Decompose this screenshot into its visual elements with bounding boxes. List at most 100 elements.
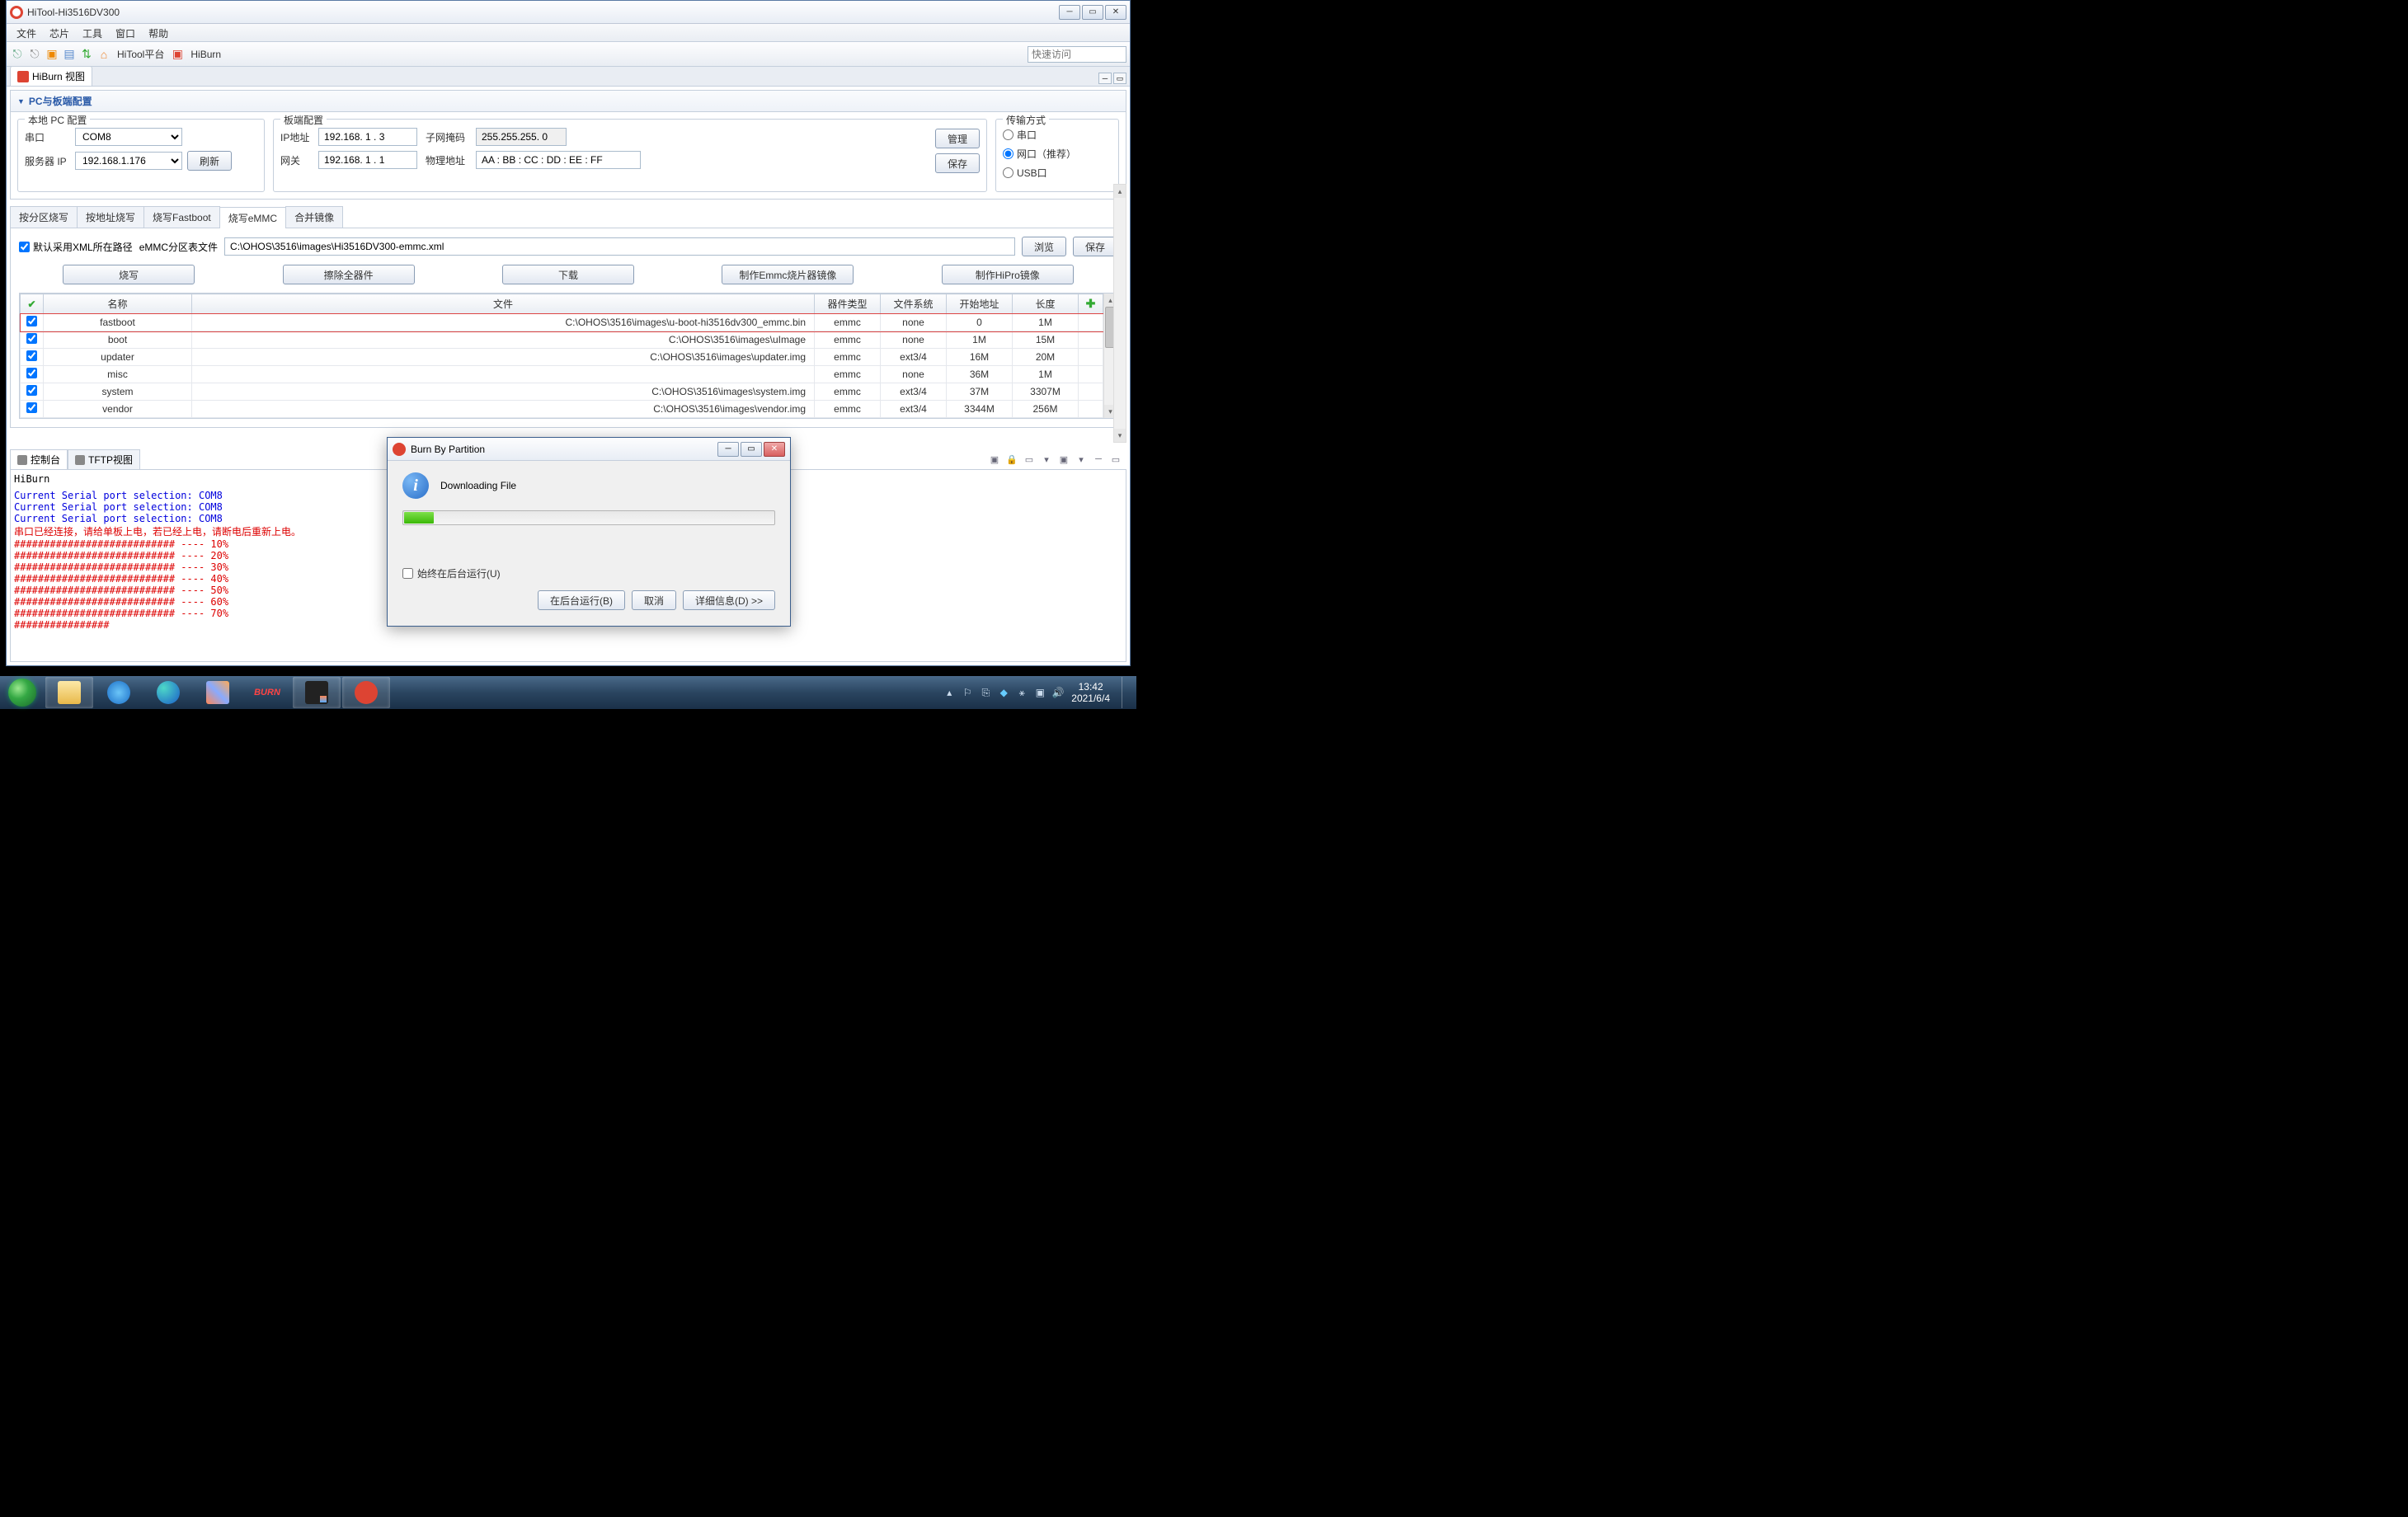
- menu-help[interactable]: 帮助: [142, 24, 175, 41]
- task-explorer[interactable]: [45, 677, 93, 708]
- xml-path-input[interactable]: [224, 237, 1015, 256]
- console-tool-8[interactable]: ▭: [1108, 453, 1123, 466]
- content-scroll-down-icon[interactable]: ▾: [1114, 429, 1126, 442]
- th-file[interactable]: 文件: [192, 294, 815, 314]
- tab-fastboot[interactable]: 烧写Fastboot: [143, 206, 220, 228]
- task-edge[interactable]: [144, 677, 192, 708]
- details-button[interactable]: 详细信息(D) >>: [683, 590, 775, 610]
- manage-button[interactable]: 管理: [935, 129, 980, 148]
- console-tool-2[interactable]: 🔒: [1004, 453, 1019, 466]
- row-action[interactable]: [1079, 401, 1103, 418]
- close-button[interactable]: ✕: [1105, 5, 1126, 20]
- save-board-button[interactable]: 保存: [935, 153, 980, 173]
- table-row[interactable]: misc emmc none 36M 1M: [21, 366, 1103, 383]
- always-bg-checkbox[interactable]: 始终在后台运行(U): [402, 566, 775, 580]
- table-row[interactable]: fastboot C:\OHOS\3516\images\u-boot-hi35…: [21, 314, 1103, 331]
- show-desktop-button[interactable]: [1122, 677, 1130, 708]
- console-tab[interactable]: 控制台: [10, 449, 68, 469]
- menu-file[interactable]: 文件: [10, 24, 43, 41]
- start-button[interactable]: [0, 676, 45, 709]
- quick-access-input[interactable]: [1028, 46, 1126, 63]
- cancel-button[interactable]: 取消: [632, 590, 676, 610]
- tab-merge[interactable]: 合并镜像: [285, 206, 343, 228]
- transfer-usb-radio[interactable]: USB口: [1003, 166, 1112, 180]
- table-row[interactable]: system C:\OHOS\3516\images\system.img em…: [21, 383, 1103, 401]
- dialog-titlebar[interactable]: Burn By Partition ─ ▭ ✕: [388, 438, 790, 461]
- content-scroll-up-icon[interactable]: ▴: [1114, 185, 1126, 198]
- console-tool-4[interactable]: ▾: [1039, 453, 1054, 466]
- tray-app-icon[interactable]: ▣: [1033, 686, 1046, 699]
- console-tool-5[interactable]: ▣: [1056, 453, 1071, 466]
- console-tool-3[interactable]: ▭: [1022, 453, 1037, 466]
- minimize-button[interactable]: ─: [1059, 5, 1080, 20]
- row-checkbox[interactable]: [26, 350, 37, 361]
- dialog-maximize-button[interactable]: ▭: [741, 442, 762, 457]
- th-add[interactable]: ✚: [1079, 294, 1103, 314]
- menu-window[interactable]: 窗口: [109, 24, 142, 41]
- pc-board-config-header[interactable]: PC与板端配置: [10, 90, 1126, 112]
- tab-emmc[interactable]: 烧写eMMC: [219, 207, 286, 228]
- erase-button[interactable]: 擦除全器件: [283, 265, 415, 284]
- tray-flag-icon[interactable]: ⚐: [961, 686, 974, 699]
- task-app1[interactable]: [194, 677, 242, 708]
- maximize-button[interactable]: ▭: [1082, 5, 1103, 20]
- tray-shield-icon[interactable]: ◆: [997, 686, 1010, 699]
- th-check[interactable]: ✔: [21, 294, 44, 314]
- menu-tools[interactable]: 工具: [76, 24, 109, 41]
- ip-input[interactable]: [318, 128, 417, 146]
- th-start[interactable]: 开始地址: [947, 294, 1013, 314]
- row-action[interactable]: [1079, 349, 1103, 366]
- row-checkbox[interactable]: [26, 385, 37, 396]
- content-scrollbar[interactable]: ▴ ▾: [1113, 184, 1126, 443]
- th-device[interactable]: 器件类型: [815, 294, 881, 314]
- transfer-serial-radio[interactable]: 串口: [1003, 128, 1112, 142]
- save-xml-button[interactable]: 保存: [1073, 237, 1117, 256]
- task-hitool[interactable]: [342, 677, 390, 708]
- th-fs[interactable]: 文件系统: [881, 294, 947, 314]
- gateway-input[interactable]: [318, 151, 417, 169]
- serial-select[interactable]: COM8: [75, 128, 182, 146]
- download-button[interactable]: 下载: [502, 265, 634, 284]
- row-checkbox[interactable]: [26, 333, 37, 344]
- make-emmc-button[interactable]: 制作Emmc烧片器镜像: [722, 265, 854, 284]
- th-name[interactable]: 名称: [44, 294, 192, 314]
- tray-action-icon[interactable]: ⎘: [979, 686, 992, 699]
- console-tool-1[interactable]: ▣: [987, 453, 1002, 466]
- task-ie[interactable]: [95, 677, 143, 708]
- tray-clock[interactable]: 13:42 2021/6/4: [1071, 681, 1110, 704]
- dialog-minimize-button[interactable]: ─: [717, 442, 739, 457]
- make-hipro-button[interactable]: 制作HiPro镜像: [942, 265, 1074, 284]
- transfer-net-radio[interactable]: 网口（推荐）: [1003, 147, 1112, 161]
- row-action[interactable]: [1079, 383, 1103, 401]
- row-checkbox[interactable]: [26, 316, 37, 326]
- tray-vol-icon[interactable]: 🔊: [1051, 686, 1065, 699]
- run-bg-button[interactable]: 在后台运行(B): [538, 590, 625, 610]
- th-length[interactable]: 长度: [1013, 294, 1079, 314]
- hitool-platform-link[interactable]: HiTool平台: [114, 47, 167, 61]
- row-checkbox[interactable]: [26, 368, 37, 378]
- tray-net-icon[interactable]: ⚹: [1015, 686, 1028, 699]
- menu-chip[interactable]: 芯片: [43, 24, 76, 41]
- titlebar[interactable]: HiTool-Hi3516DV300 ─ ▭ ✕: [7, 1, 1130, 24]
- subnet-input[interactable]: [476, 128, 567, 146]
- tool-icon-4[interactable]: ▤: [62, 47, 77, 62]
- tab-address[interactable]: 按地址烧写: [77, 206, 144, 228]
- table-row[interactable]: boot C:\OHOS\3516\images\uImage emmc non…: [21, 331, 1103, 349]
- refresh-button[interactable]: 刷新: [187, 151, 232, 171]
- hiburn-link[interactable]: HiBurn: [187, 49, 224, 60]
- default-xml-checkbox[interactable]: 默认采用XML所在路径: [19, 240, 133, 254]
- server-ip-select[interactable]: 192.168.1.176: [75, 152, 182, 170]
- tray-up-icon[interactable]: ▴: [943, 686, 956, 699]
- tool-icon-1[interactable]: ⎋: [10, 47, 25, 62]
- task-burn[interactable]: BURN: [243, 677, 291, 708]
- mac-input[interactable]: [476, 151, 641, 169]
- view-minimize-icon[interactable]: ─: [1098, 73, 1112, 84]
- hiburn-view-tab[interactable]: HiBurn 视图: [10, 66, 92, 86]
- tool-icon-5[interactable]: ⇅: [79, 47, 94, 62]
- tool-icon-3[interactable]: ▣: [45, 47, 59, 62]
- task-terminal[interactable]: [293, 677, 341, 708]
- table-row[interactable]: vendor C:\OHOS\3516\images\vendor.img em…: [21, 401, 1103, 418]
- table-row[interactable]: updater C:\OHOS\3516\images\updater.img …: [21, 349, 1103, 366]
- burn-button[interactable]: 烧写: [63, 265, 195, 284]
- row-action[interactable]: [1079, 314, 1103, 331]
